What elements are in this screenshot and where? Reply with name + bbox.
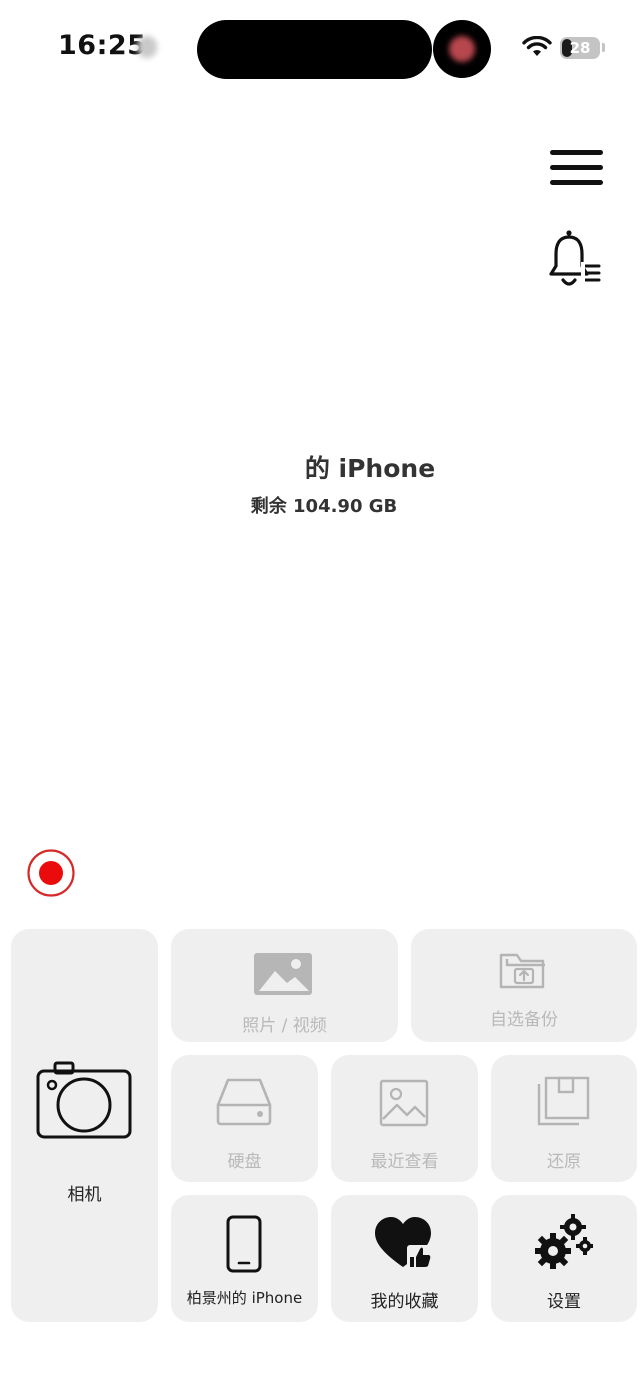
photos-videos-tile[interactable]: 照片 / 视频 (171, 929, 398, 1042)
camera-label: 相机 (67, 1185, 102, 1205)
settings-label: 设置 (547, 1292, 581, 1312)
custom-backup-tile[interactable]: 自选备份 (411, 929, 637, 1042)
recently-viewed-label: 最近查看 (370, 1152, 439, 1172)
battery-percentage: 28 (569, 39, 591, 57)
favorites-label: 我的收藏 (370, 1292, 439, 1312)
wifi-icon (522, 36, 552, 56)
restore-tile[interactable]: 还原 (491, 1055, 637, 1182)
camera-tile[interactable]: 相机 (11, 929, 158, 1322)
photos-videos-label: 照片 / 视频 (242, 1016, 327, 1036)
photo-library-icon (254, 953, 312, 995)
recently-viewed-tile[interactable]: 最近查看 (331, 1055, 478, 1182)
settings-tile[interactable]: 设置 (491, 1195, 637, 1322)
menu-icon[interactable] (550, 148, 606, 190)
status-indicator (137, 36, 157, 58)
device-name: 的 iPhone (304, 454, 436, 483)
my-iphone-tile[interactable]: 柏景州的 iPhone (171, 1195, 318, 1322)
gears-icon (535, 1214, 593, 1269)
hard-disk-tile[interactable]: 硬盘 (171, 1055, 318, 1182)
folder-upload-icon (499, 953, 545, 989)
record-button[interactable] (26, 848, 76, 898)
notification-bell-icon[interactable] (547, 228, 605, 292)
hard-drive-icon (216, 1078, 272, 1126)
battery-nub (602, 43, 605, 52)
recording-indicator-dot (449, 36, 475, 62)
status-time: 16:25 (58, 30, 147, 61)
phone-icon (226, 1215, 262, 1273)
storage-remaining: 剩余 104.90 GB (250, 496, 398, 517)
restore-icon (537, 1076, 590, 1126)
restore-label: 还原 (547, 1152, 581, 1172)
heart-thumbs-up-icon (375, 1217, 433, 1269)
image-icon (379, 1079, 429, 1127)
favorites-tile[interactable]: 我的收藏 (331, 1195, 478, 1322)
custom-backup-label: 自选备份 (490, 1010, 558, 1030)
my-iphone-label: 柏景州的 iPhone (186, 1289, 303, 1307)
dynamic-island (197, 20, 432, 79)
hard-disk-label: 硬盘 (227, 1152, 262, 1172)
camera-icon (36, 1061, 132, 1139)
